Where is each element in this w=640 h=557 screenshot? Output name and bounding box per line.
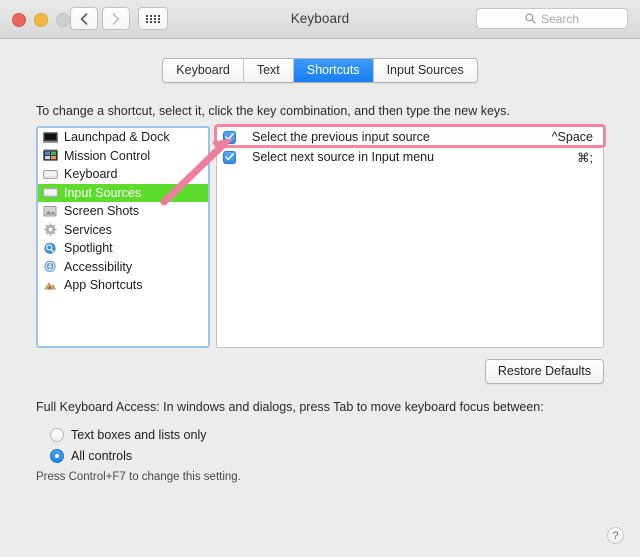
tab-group: Keyboard Text Shortcuts Input Sources [162,58,478,83]
sidebar-item-label: Accessibility [64,259,133,274]
sidebar-item-label: Input Sources [64,185,142,200]
app-shortcuts-icon [43,279,58,292]
tab-input-sources[interactable]: Input Sources [373,59,477,82]
search-placeholder: Search [540,11,580,26]
radio-all-controls[interactable]: All controls [50,445,207,466]
preference-tabbar: Keyboard Text Shortcuts Input Sources [0,58,640,83]
table-row[interactable]: Select next source in Input menu ⌘; [217,147,603,167]
sidebar-item-spotlight[interactable]: Spotlight [38,239,208,258]
instruction-text: To change a shortcut, select it, click t… [36,104,510,118]
sidebar-item-label: Spotlight [64,241,113,256]
input-sources-icon [43,186,58,199]
radio-label: All controls [71,448,133,463]
accessibility-icon [43,260,58,273]
shortcut-name: Select the previous input source [252,130,430,144]
checkmark-icon [225,153,234,161]
spotlight-magnifier-icon [43,242,58,255]
full-keyboard-access-options: Text boxes and lists only All controls [50,424,207,466]
launchpad-dock-icon [43,131,58,144]
sidebar-item-label: Mission Control [64,148,151,163]
keyboard-preferences-window: Keyboard Search Keyboard Text Shortcuts … [0,0,640,557]
window-titlebar: Keyboard Search [0,0,640,39]
checkmark-icon [225,133,234,141]
help-button[interactable]: ? [607,527,624,544]
radio-button[interactable] [50,448,64,463]
sidebar-item-label: Launchpad & Dock [64,130,170,145]
full-keyboard-access-title: Full Keyboard Access: In windows and dia… [36,400,544,414]
sidebar-item-keyboard[interactable]: Keyboard [38,165,208,184]
tab-text[interactable]: Text [243,59,294,82]
keyboard-icon [43,168,58,181]
mission-control-icon [43,149,58,162]
radio-label: Text boxes and lists only [71,427,207,442]
tab-keyboard[interactable]: Keyboard [163,59,244,82]
restore-defaults-button[interactable]: Restore Defaults [484,359,604,384]
sidebar-item-services[interactable]: Services [38,221,208,240]
tab-shortcuts[interactable]: Shortcuts [293,59,374,82]
shortcut-key[interactable]: ^Space [552,130,593,144]
sidebar-item-input-sources[interactable]: Input Sources [38,183,208,202]
search-field[interactable]: Search [476,8,628,29]
shortcuts-panes: Launchpad & Dock Mission Control Keyboar… [36,124,606,348]
services-gear-icon [43,223,58,236]
sidebar-item-mission-control[interactable]: Mission Control [38,147,208,166]
sidebar-item-label: Services [64,222,112,237]
full-keyboard-access-footnote: Press Control+F7 to change this setting. [36,471,241,483]
shortcut-enabled-checkbox[interactable] [223,150,236,164]
sidebar-item-screen-shots[interactable]: Screen Shots [38,202,208,221]
radio-button[interactable] [50,427,64,442]
sidebar-item-app-shortcuts[interactable]: App Shortcuts [38,276,208,295]
radio-text-boxes-and-lists-only[interactable]: Text boxes and lists only [50,424,207,445]
shortcut-category-list[interactable]: Launchpad & Dock Mission Control Keyboar… [36,126,210,348]
shortcut-enabled-checkbox[interactable] [223,130,236,144]
table-row[interactable]: Select the previous input source ^Space [217,127,603,147]
sidebar-item-label: Screen Shots [64,204,140,219]
sidebar-item-launchpad-dock[interactable]: Launchpad & Dock [38,128,208,147]
shortcut-name: Select next source in Input menu [252,150,435,164]
shortcut-list[interactable]: Select the previous input source ^Space … [216,126,604,348]
search-icon [525,13,536,24]
sidebar-item-label: Keyboard [64,167,118,182]
screen-shots-icon [43,205,58,218]
sidebar-item-accessibility[interactable]: Accessibility [38,258,208,277]
sidebar-item-label: App Shortcuts [64,278,143,293]
shortcut-key[interactable]: ⌘; [577,150,593,165]
